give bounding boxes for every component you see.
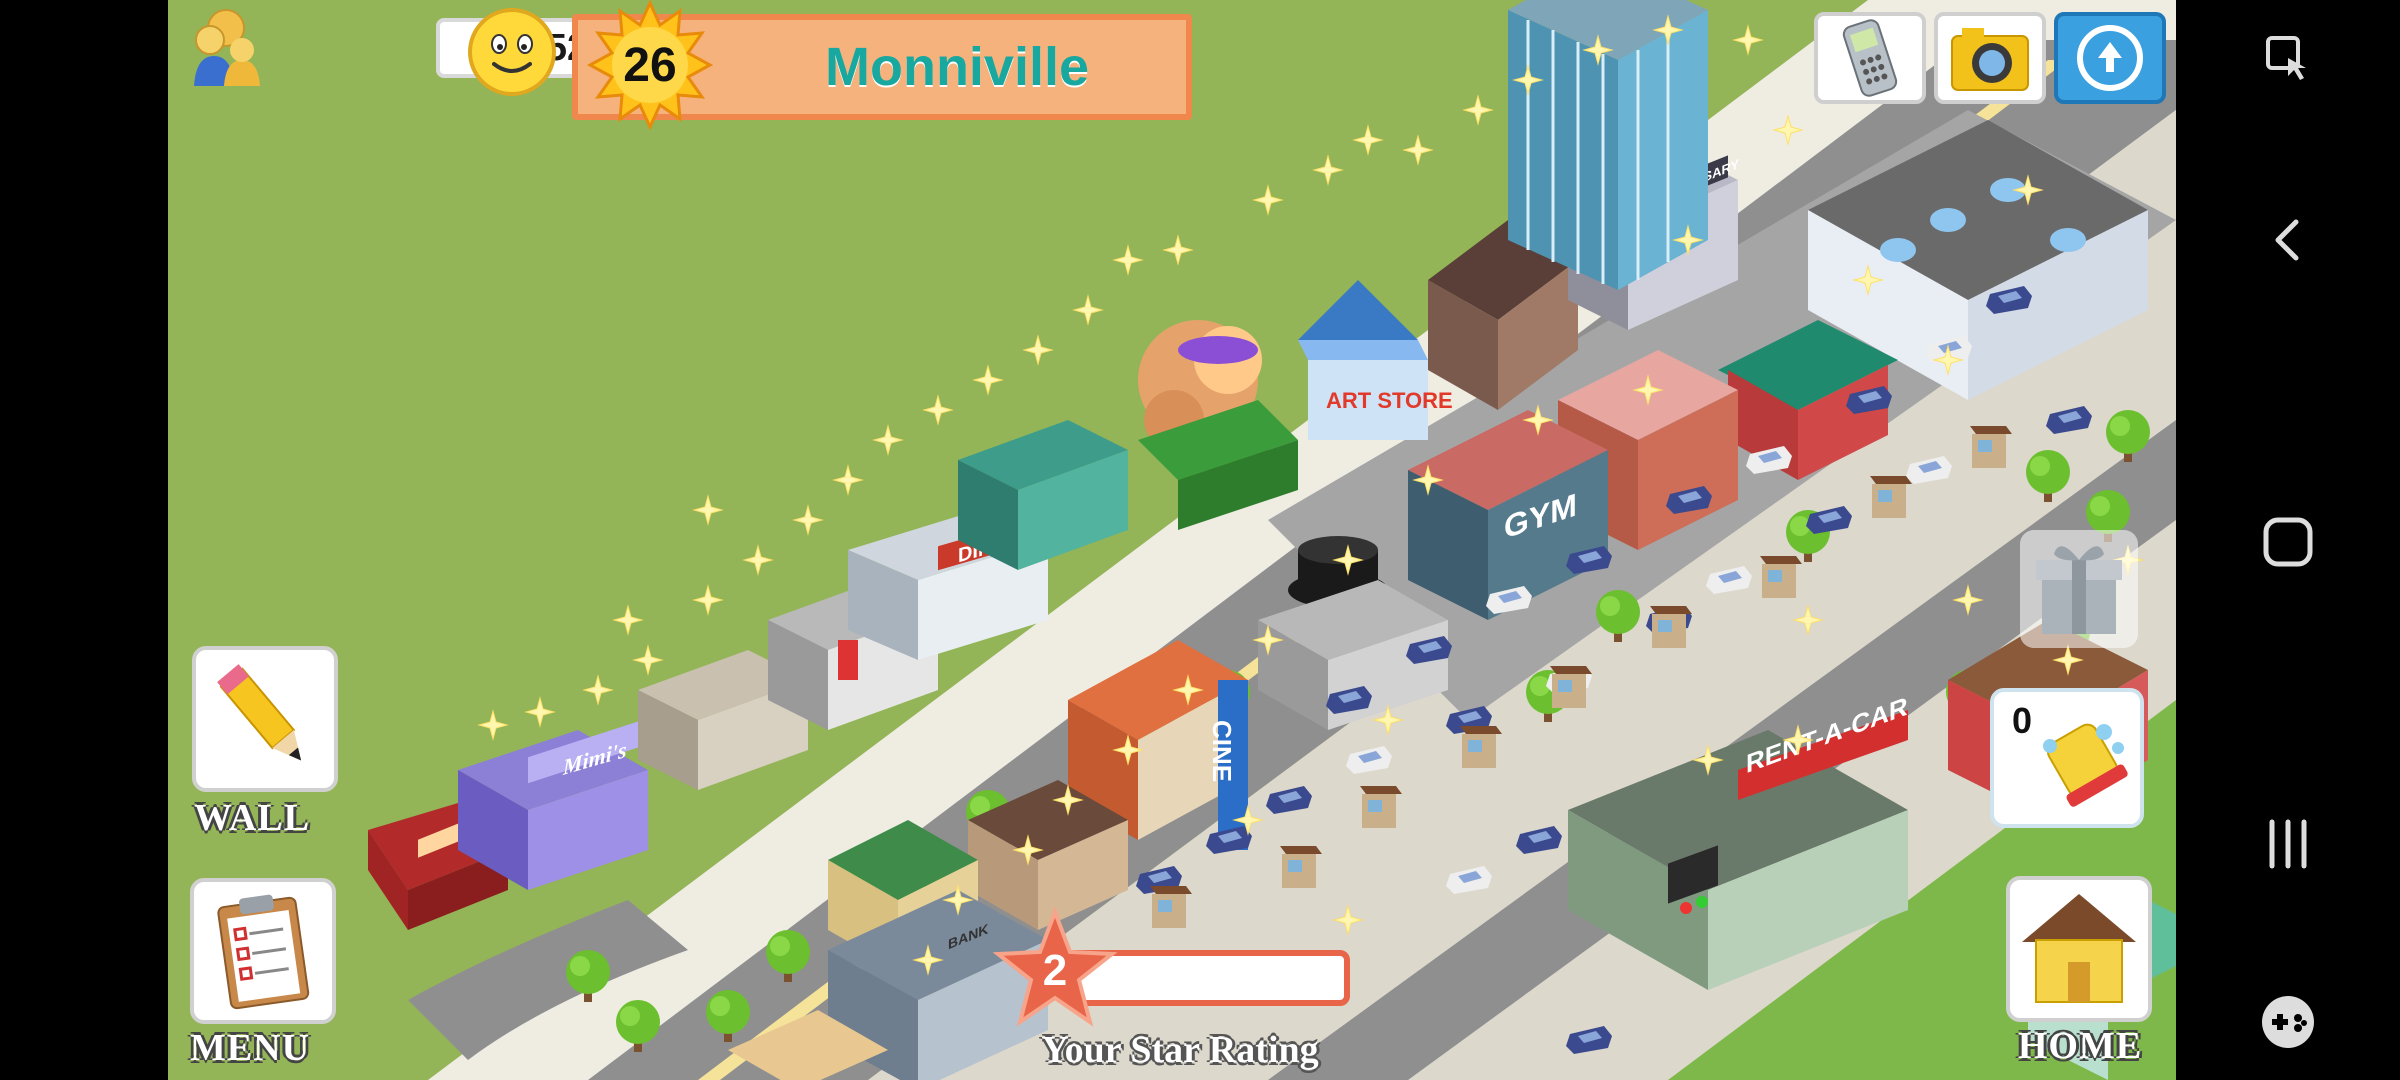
phone-icon: [1842, 19, 1898, 97]
star-rating-label: Your Star Rating: [1041, 1029, 1319, 1071]
star-rating-badge: 2: [990, 906, 1120, 1036]
system-navigation-bar: [2176, 0, 2400, 1080]
art-store-sign: ART STORE: [1326, 388, 1453, 413]
smiley-face-icon[interactable]: [466, 6, 558, 98]
menu-button[interactable]: [190, 878, 336, 1024]
city-name: Monniville: [824, 37, 1089, 97]
menu-label: MENU: [189, 1027, 311, 1069]
clipboard-icon: [217, 894, 310, 1010]
cleaner-button[interactable]: 0: [1990, 688, 2144, 828]
home-button[interactable]: [2006, 876, 2152, 1022]
level-number: 26: [623, 38, 677, 92]
pencil-icon: [217, 664, 302, 761]
city-scene[interactable]: Mimi's DINER: [168, 0, 2176, 1080]
camera-icon: [1951, 28, 2029, 91]
rotate-lock-icon: [2266, 36, 2306, 80]
back-button[interactable]: [2252, 204, 2324, 276]
home-label: HOME: [2017, 1025, 2143, 1067]
star-rating-value: 2: [1042, 946, 1068, 995]
gift-button[interactable]: [2020, 530, 2138, 648]
wall-button[interactable]: [192, 646, 338, 792]
game-viewport[interactable]: Mimi's DINER: [168, 0, 2176, 1080]
wall-label: WALL: [194, 797, 310, 839]
share-button[interactable]: [2054, 12, 2166, 104]
cinema-sign: CINE: [1207, 720, 1237, 782]
recents-icon: [2269, 819, 2307, 869]
gift-icon: [2036, 546, 2122, 634]
camera-button[interactable]: [1934, 12, 2046, 104]
square-icon: [2263, 517, 2313, 567]
game-tools-button[interactable]: [2252, 986, 2324, 1058]
house-icon: [2022, 894, 2136, 1003]
gamepad-icon: [2262, 996, 2314, 1048]
back-icon: [2275, 219, 2299, 261]
screen-lock-rotate-button[interactable]: [2252, 20, 2324, 92]
home-system-button[interactable]: [2252, 506, 2324, 578]
cleaner-icon: [2043, 723, 2128, 807]
share-icon: [2077, 25, 2143, 91]
people-coins-icon: [180, 6, 266, 92]
level-badge: 26: [580, 0, 720, 130]
recents-button[interactable]: [2252, 808, 2324, 880]
phone-button[interactable]: [1814, 12, 1926, 104]
